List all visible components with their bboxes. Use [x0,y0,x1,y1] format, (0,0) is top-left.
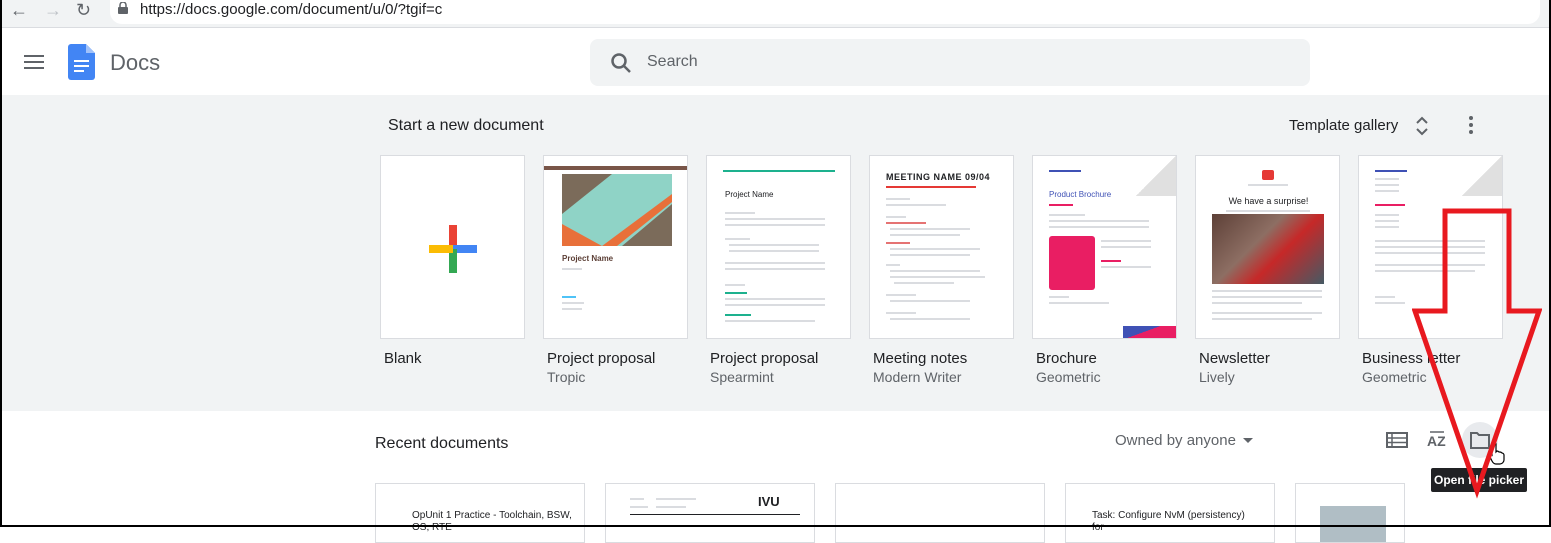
screenshot-border [0,0,1551,527]
